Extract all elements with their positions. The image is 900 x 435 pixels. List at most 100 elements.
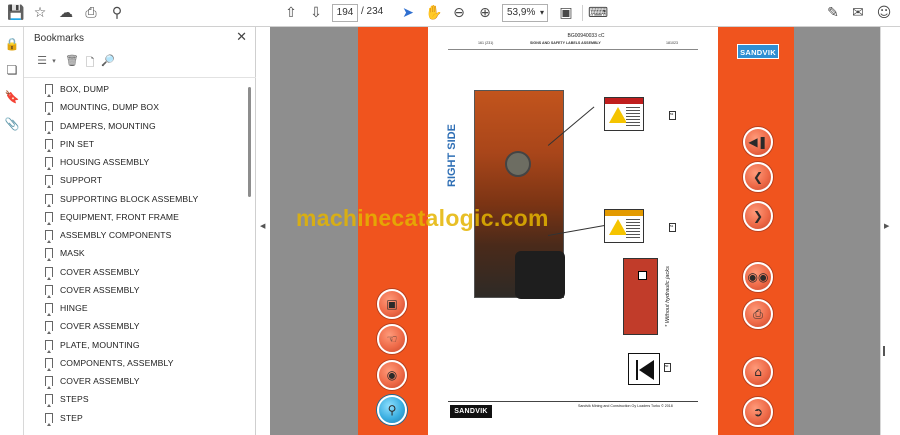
bookmarks-scrollbar[interactable] xyxy=(248,87,251,197)
footer-copyright: Sandvik Mining and Construction Oy Loade… xyxy=(578,404,673,408)
attachment-icon[interactable]: 📎 xyxy=(3,115,21,133)
close-icon[interactable]: ✕ xyxy=(236,30,247,45)
bookmark-item[interactable]: STEP xyxy=(24,409,246,427)
bookmark-item[interactable]: COVER ASSEMBLY xyxy=(24,263,246,281)
left-tool-rail: 🔒 ❏ 🔖 📎 xyxy=(0,27,24,435)
binoculars-button[interactable]: ◉◉ xyxy=(743,262,773,292)
bookmark-label: COVER ASSEMBLY xyxy=(60,376,140,387)
label-tag-50: 50 xyxy=(664,363,671,372)
bookmark-item[interactable]: MOUNTING, DUMP BOX xyxy=(24,98,246,116)
bookmark-item[interactable]: COMPONENTS, ASSEMBLY xyxy=(24,354,246,372)
bookmark-label: EQUIPMENT, FRONT FRAME xyxy=(60,211,180,222)
bookmark-icon xyxy=(45,248,53,262)
bookmark-label: ASSEMBLY COMPONENTS xyxy=(60,230,172,241)
warning-triangle-icon xyxy=(609,107,627,123)
first-page-button[interactable]: ◀❚ xyxy=(743,127,773,157)
bookmark-item[interactable]: MASK xyxy=(24,244,246,262)
pages-thumbnails-icon[interactable]: ❏ xyxy=(3,61,21,79)
bookmark-label: HOUSING ASSEMBLY xyxy=(60,157,150,168)
bookmark-item[interactable]: HINGE xyxy=(24,299,246,317)
page-number-input[interactable]: 194 xyxy=(332,4,358,22)
account-icon[interactable]: ☺ xyxy=(874,4,894,22)
bookmark-item[interactable]: EQUIPMENT, FRONT FRAME xyxy=(24,208,246,226)
zoom-in-icon[interactable]: ⊕ xyxy=(475,4,495,22)
bookmark-icon xyxy=(45,157,53,171)
tire-graphic xyxy=(515,251,565,299)
page-scroll-thumb[interactable] xyxy=(883,346,885,356)
document-date: 181023 xyxy=(666,41,678,45)
bookmark-item[interactable]: HOUSING ASSEMBLY xyxy=(24,153,246,171)
bookmark-item[interactable]: COVER ASSEMBLY xyxy=(24,317,246,335)
expand-right-panel-icon[interactable]: ▶ xyxy=(884,222,889,230)
zoom-out-icon[interactable]: ⊖ xyxy=(449,4,469,22)
label-tag-53: 53 xyxy=(669,111,676,120)
keyboard-icon[interactable]: ⌨ xyxy=(588,4,608,22)
home-icon: ⌂ xyxy=(754,365,762,379)
sandvik-footer-logo: SANDVIK xyxy=(450,405,492,418)
exit-door-icon: ➲ xyxy=(752,405,764,419)
header-rule xyxy=(448,49,698,50)
chevron-down-icon[interactable]: ▾ xyxy=(46,57,62,73)
exit-button[interactable]: ➲ xyxy=(743,397,773,427)
hand-point-button[interactable]: ☜ xyxy=(377,324,407,354)
upload-cloud-icon[interactable]: ☁ xyxy=(56,4,76,22)
bookmark-item[interactable]: COVER ASSEMBLY xyxy=(24,281,246,299)
print-icon[interactable]: ⎙ xyxy=(81,4,101,22)
bookmark-item[interactable]: DAMPERS, MOUNTING xyxy=(24,117,246,135)
hand-icon: ☜ xyxy=(386,332,398,346)
tag-number: 51 xyxy=(670,224,674,228)
bookmark-icon xyxy=(45,211,53,225)
bookmark-star-icon[interactable]: ☆ xyxy=(30,4,50,22)
bookmark-item[interactable]: SUPPORT xyxy=(24,171,246,189)
previous-page-icon[interactable]: ⇧ xyxy=(281,4,301,22)
delete-bookmark-icon[interactable]: 🗑 xyxy=(64,54,80,70)
warning-header-bar xyxy=(605,210,643,216)
bookmark-item[interactable]: SUPPORTING BLOCK ASSEMBLY xyxy=(24,190,246,208)
document-number: BG00940033 cC xyxy=(567,33,605,39)
lock-icon[interactable]: 🔒 xyxy=(3,35,21,53)
bookmark-item[interactable]: PLATE, MOUNTING xyxy=(24,336,246,354)
zoom-search-icon[interactable]: ⚲ xyxy=(107,4,127,22)
bookmark-item[interactable]: ASSEMBLY COMPONENTS xyxy=(24,226,246,244)
fit-page-icon[interactable]: ▣ xyxy=(556,4,576,22)
bookmark-item[interactable]: COVER ASSEMBLY xyxy=(24,372,246,390)
bookmark-item[interactable]: BOX, DUMP xyxy=(24,80,246,98)
collapse-panel-icon[interactable]: ◀ xyxy=(260,222,265,230)
save-icon[interactable]: 💾 xyxy=(6,4,26,22)
eye-button[interactable]: ◉ xyxy=(377,360,407,390)
arrow-label-graphic xyxy=(628,353,660,385)
print-page-button[interactable]: ⎙ xyxy=(743,299,773,329)
sign-pen-icon[interactable]: ✎ xyxy=(823,4,843,22)
new-bookmark-icon[interactable]: 🗋 xyxy=(82,54,98,70)
bookmark-icon xyxy=(45,230,53,244)
bookmark-label: MOUNTING, DUMP BOX xyxy=(60,102,160,113)
next-page-button[interactable]: ❯ xyxy=(743,201,773,231)
home-button[interactable]: ⌂ xyxy=(743,357,773,387)
bookmark-label: PIN SET xyxy=(60,138,95,149)
page-background-right xyxy=(794,27,880,435)
hydraulic-detail-photo xyxy=(623,258,658,335)
bookmark-icon xyxy=(45,339,53,353)
bookmark-label: COVER ASSEMBLY xyxy=(60,284,140,295)
bookmark-item[interactable]: STEPS xyxy=(24,390,246,408)
bookmark-icon xyxy=(45,266,53,280)
bookmarks-panel-icon[interactable]: 🔖 xyxy=(3,88,21,106)
eye-icon: ◉ xyxy=(386,368,398,382)
next-page-icon[interactable]: ⇩ xyxy=(306,4,326,22)
first-page-icon: ◀❚ xyxy=(748,135,768,149)
find-bookmark-icon[interactable]: 🔎 xyxy=(100,54,116,70)
printer-icon: ⎙ xyxy=(753,306,763,321)
bookmark-icon xyxy=(45,84,53,98)
bookmark-icon xyxy=(45,303,53,317)
camera-icon: ▣ xyxy=(386,297,398,311)
footer-rule xyxy=(448,401,698,402)
bookmark-item[interactable]: PIN SET xyxy=(24,135,246,153)
search-button[interactable]: ⚲ xyxy=(377,395,407,425)
mail-icon[interactable]: ✉ xyxy=(848,4,868,22)
previous-page-button[interactable]: ❮ xyxy=(743,162,773,192)
camera-button[interactable]: ▣ xyxy=(377,289,407,319)
hand-tool-icon[interactable]: ✋ xyxy=(424,4,444,22)
detail-marker xyxy=(638,271,647,280)
zoom-level-select[interactable]: 53,9% ▾ xyxy=(502,4,548,22)
select-cursor-icon[interactable]: ➤ xyxy=(398,4,418,22)
